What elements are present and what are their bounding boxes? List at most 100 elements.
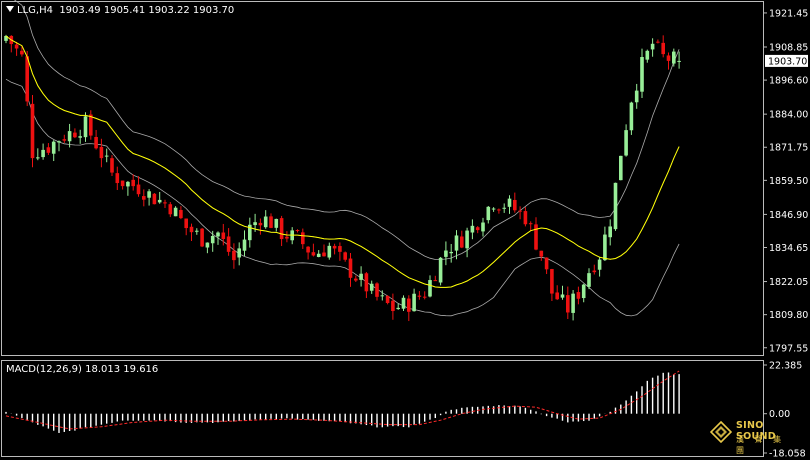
candle — [348, 252, 353, 287]
candle-body — [306, 246, 310, 253]
candle-body — [136, 184, 141, 195]
candle — [407, 295, 411, 322]
candle-body — [168, 204, 173, 215]
candle — [354, 275, 358, 283]
candle-body — [449, 251, 453, 254]
candle-body — [41, 149, 45, 158]
candle — [550, 268, 554, 302]
candle — [36, 148, 40, 161]
logo-diamond-icon — [710, 421, 732, 443]
candle-body — [597, 259, 602, 270]
candle — [475, 226, 480, 234]
candle — [597, 257, 602, 277]
candle-body — [534, 224, 538, 250]
candle — [502, 203, 506, 213]
candle-body — [428, 280, 432, 297]
candle-body — [51, 141, 56, 154]
candle — [534, 217, 538, 251]
candle — [338, 242, 342, 261]
price-tick-label: 1846.90 — [769, 210, 808, 221]
candle-body — [497, 209, 501, 211]
candle — [67, 123, 72, 148]
macd-header: MACD(12,26,9) 18.013 19.616 — [6, 364, 158, 375]
sino-sound-logo: SINO SOUND 漢 聲 集 團 — [710, 416, 800, 455]
candle — [523, 207, 528, 227]
candle-body — [73, 132, 77, 138]
candle-body — [385, 295, 390, 304]
upper-band-line — [13, 0, 680, 260]
candle — [560, 285, 565, 300]
price-tick-label: 1797.55 — [769, 343, 808, 354]
candle-body — [115, 173, 120, 184]
candle — [290, 227, 294, 245]
candle — [624, 124, 628, 157]
candle-body — [571, 293, 575, 313]
candle — [136, 176, 141, 197]
price-tick-label: 1921.45 — [769, 8, 808, 19]
candle-body — [491, 208, 496, 210]
candle-body — [587, 273, 591, 287]
candle — [433, 275, 438, 282]
candle — [507, 195, 512, 214]
candle-body — [375, 283, 379, 297]
candle — [269, 213, 273, 229]
candle — [57, 140, 61, 152]
candle-body — [83, 116, 88, 138]
candle — [279, 215, 284, 247]
candle-body — [438, 257, 443, 283]
candle — [295, 229, 300, 233]
candle-body — [332, 245, 337, 249]
candle — [481, 217, 485, 237]
candle — [634, 83, 639, 109]
price-tag-label: 1903.70 — [768, 56, 807, 67]
candle — [184, 218, 188, 236]
candle-body — [30, 103, 35, 159]
candle-body — [465, 230, 469, 249]
candle-body — [613, 182, 618, 230]
candle-body — [322, 252, 326, 257]
candle — [629, 101, 634, 135]
candle-body — [661, 42, 665, 55]
candle — [168, 202, 173, 218]
candle-body — [120, 180, 125, 187]
candle-body — [99, 146, 104, 159]
candle-body — [544, 257, 549, 270]
candle-body — [603, 234, 607, 261]
candle — [110, 155, 114, 176]
candle — [142, 189, 146, 207]
candle-body — [210, 235, 215, 244]
candle-body — [422, 296, 427, 298]
candle-body — [672, 51, 676, 64]
candle — [444, 241, 448, 266]
candle — [640, 48, 644, 98]
price-tick-label: 1908.85 — [769, 42, 808, 53]
price-tick-label: 1834.65 — [769, 243, 808, 254]
candle-body — [221, 232, 226, 239]
candle — [401, 295, 406, 312]
candle — [650, 38, 655, 57]
chart-frames — [1, 1, 764, 457]
symbol-label: LLG,H4 — [17, 5, 53, 16]
candle-body — [624, 130, 628, 156]
candle-body — [232, 250, 236, 261]
candle-body — [677, 60, 681, 62]
macd-tick-label: 22.385 — [769, 361, 802, 372]
candle — [491, 207, 496, 212]
candle — [131, 174, 135, 191]
candle-body — [274, 218, 279, 228]
current-price-tag: 1903.70 — [765, 54, 808, 67]
candle-body — [253, 222, 257, 226]
candle-body — [666, 55, 671, 61]
candle — [465, 227, 469, 258]
candle — [216, 231, 220, 245]
candle — [274, 218, 279, 232]
candle — [581, 283, 586, 303]
dropdown-triangle-icon[interactable] — [6, 6, 14, 12]
candle — [30, 94, 35, 168]
candle-body — [36, 157, 40, 159]
candle — [645, 49, 650, 63]
candle-body — [444, 250, 448, 257]
candle-body — [380, 295, 385, 297]
candle-body — [470, 225, 475, 233]
candle — [422, 291, 427, 300]
